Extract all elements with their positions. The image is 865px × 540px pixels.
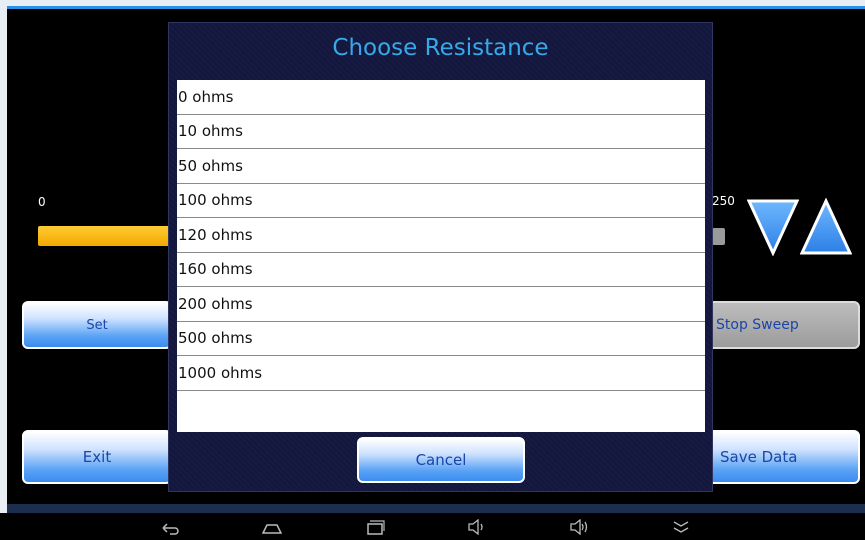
set-button[interactable]: Set — [22, 301, 172, 349]
resistance-slider-fill[interactable] — [38, 226, 178, 246]
dialog-title: Choose Resistance — [332, 35, 549, 61]
expand-icon[interactable] — [671, 519, 691, 535]
home-icon[interactable] — [262, 519, 282, 535]
list-item[interactable]: 500 ohms — [177, 322, 705, 356]
status-strip — [7, 504, 865, 513]
volume-down-icon[interactable] — [467, 519, 487, 535]
down-arrow-icon[interactable] — [747, 198, 799, 256]
list-item[interactable]: 1000 ohms — [177, 356, 705, 391]
system-nav-bar — [0, 513, 865, 540]
volume-up-icon[interactable] — [569, 519, 589, 535]
recent-apps-icon[interactable] — [365, 519, 385, 535]
resistance-list[interactable]: 0 ohms 10 ohms 50 ohms 100 ohms 120 ohms… — [177, 80, 705, 432]
list-item[interactable]: 120 ohms — [177, 218, 705, 253]
stop-sweep-button[interactable]: Stop Sweep — [706, 301, 860, 349]
choose-resistance-dialog: Choose Resistance 0 ohms 10 ohms 50 ohms… — [168, 22, 713, 492]
slider-max-label: 250 — [712, 194, 735, 208]
list-item[interactable]: 100 ohms — [177, 184, 705, 218]
exit-button[interactable]: Exit — [22, 430, 172, 484]
list-item[interactable]: 10 ohms — [177, 115, 705, 149]
list-item[interactable]: 50 ohms — [177, 149, 705, 184]
cancel-button[interactable]: Cancel — [357, 437, 525, 483]
list-item[interactable]: 200 ohms — [177, 287, 705, 322]
list-item[interactable]: 0 ohms — [177, 80, 705, 115]
resistance-slider-knob[interactable] — [712, 228, 725, 245]
save-data-button[interactable]: Save Data — [706, 430, 860, 484]
slider-min-label: 0 — [38, 195, 46, 209]
up-arrow-icon[interactable] — [800, 198, 852, 256]
list-item[interactable]: 160 ohms — [177, 253, 705, 287]
back-icon[interactable] — [160, 519, 180, 535]
